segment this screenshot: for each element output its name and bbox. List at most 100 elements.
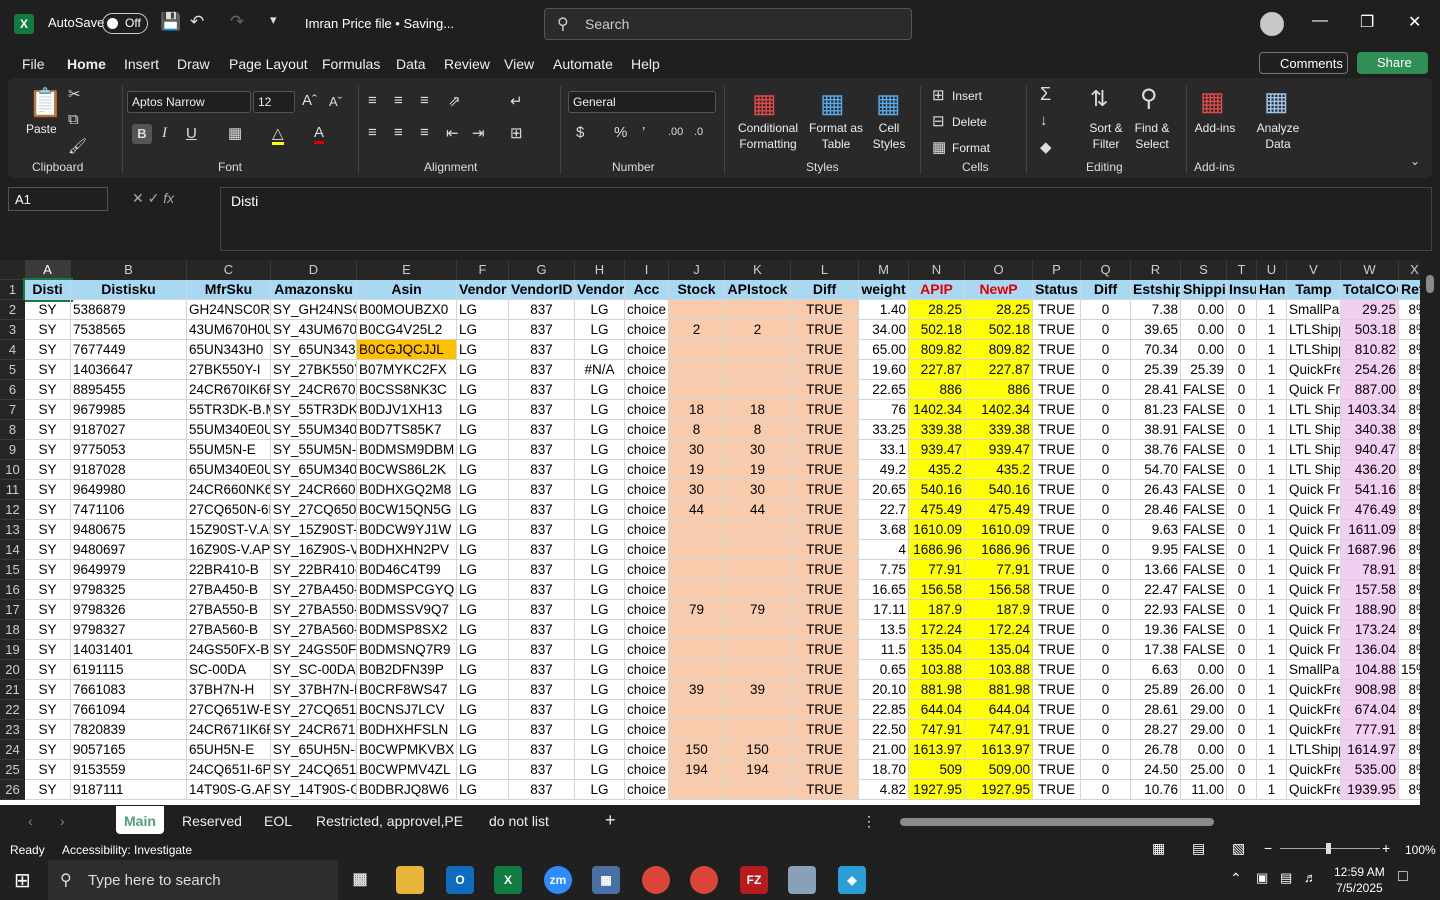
cell[interactable]: 1 [1257, 680, 1287, 700]
cell[interactable]: 9775053 [71, 440, 187, 460]
cell[interactable]: 8% [1399, 720, 1420, 740]
cell[interactable]: SY_65UN343H0 [271, 340, 357, 360]
cell[interactable]: 809.82 [909, 340, 965, 360]
cell[interactable]: 7.75 [859, 560, 909, 580]
cell[interactable]: LG [575, 780, 625, 800]
cell[interactable]: 8% [1399, 700, 1420, 720]
cell[interactable]: 475.49 [909, 500, 965, 520]
cell[interactable]: 837 [509, 560, 575, 580]
cell[interactable]: 1.40 [859, 300, 909, 320]
cell[interactable]: 5386879 [71, 300, 187, 320]
cell[interactable]: FALSE [1181, 480, 1227, 500]
cell[interactable]: GH24NSC0R [187, 300, 271, 320]
cell[interactable]: FALSE [1181, 440, 1227, 460]
cell[interactable]: SY_27BA450-B [271, 580, 357, 600]
column-header-a[interactable]: A [25, 260, 71, 280]
cell[interactable]: 7.38 [1131, 300, 1181, 320]
cell[interactable]: 27BA450-B [187, 580, 271, 600]
merge-center-icon[interactable]: ⊞ [510, 124, 523, 142]
cell[interactable]: 13.5 [859, 620, 909, 640]
cell[interactable]: 16Z90S-V.APC [187, 540, 271, 560]
cell[interactable]: B0DMSNQ7R9 [357, 640, 457, 660]
cell[interactable]: 65UN343H0 [187, 340, 271, 360]
header-cell-p[interactable]: Status [1033, 280, 1081, 300]
column-header-c[interactable]: C [187, 260, 271, 280]
cell[interactable]: 0 [1227, 500, 1257, 520]
cell[interactable]: 0 [1081, 640, 1131, 660]
cell[interactable]: TRUE [1033, 340, 1081, 360]
cell[interactable]: TRUE [1033, 520, 1081, 540]
cell[interactable]: 0 [1081, 380, 1131, 400]
outlook-icon[interactable]: O [446, 866, 474, 894]
cell[interactable] [725, 360, 791, 380]
cell[interactable]: 339.38 [965, 420, 1033, 440]
filezilla-icon[interactable]: FZ [740, 866, 768, 894]
cell[interactable]: Quick Freight [1287, 380, 1341, 400]
font-color-icon[interactable]: A [314, 124, 325, 144]
cell[interactable]: SY_24GS50FX-B [271, 640, 357, 660]
cell-styles-button[interactable]: Cell Styles [866, 120, 912, 152]
cell[interactable]: choice [625, 440, 669, 460]
copy-icon[interactable]: ⧉ [68, 111, 79, 128]
header-cell-r[interactable]: Estship [1131, 280, 1181, 300]
header-cell-k[interactable]: APIstock [725, 280, 791, 300]
prev-sheet-icon[interactable]: ‹ [28, 813, 33, 829]
cell[interactable] [725, 520, 791, 540]
cell[interactable]: choice [625, 420, 669, 440]
cell[interactable]: 1687.96 [1341, 540, 1399, 560]
menu-insert[interactable]: Insert [124, 56, 159, 72]
cell[interactable]: 939.47 [965, 440, 1033, 460]
cell[interactable]: 0 [1227, 700, 1257, 720]
cell[interactable]: 187.9 [965, 600, 1033, 620]
cell[interactable]: SY [25, 680, 71, 700]
cell[interactable] [669, 560, 725, 580]
row-header-8[interactable]: 8 [0, 420, 25, 440]
header-cell-n[interactable]: APIP [909, 280, 965, 300]
cell[interactable] [669, 700, 725, 720]
network-icon[interactable]: ▤ [1280, 870, 1292, 886]
cell[interactable]: SY_55UM5N-E [271, 440, 357, 460]
cell[interactable]: B0CNSJ7LCV [357, 700, 457, 720]
align-top-icon[interactable]: ≡ [368, 92, 377, 109]
cell[interactable]: 1 [1257, 640, 1287, 660]
format-cells-icon[interactable]: ▦ [932, 138, 946, 156]
row-header-24[interactable]: 24 [0, 740, 25, 760]
cell[interactable]: B0DMSSV9Q7 [357, 600, 457, 620]
cell[interactable]: 17.11 [859, 600, 909, 620]
cell[interactable]: 837 [509, 680, 575, 700]
add-sheet-icon[interactable]: + [605, 810, 616, 831]
tray-chevron-icon[interactable]: ⌃ [1230, 870, 1242, 887]
cell[interactable]: TRUE [791, 660, 859, 680]
cell[interactable]: TRUE [791, 700, 859, 720]
cell[interactable]: LG [457, 680, 509, 700]
cell[interactable]: 340.38 [1341, 420, 1399, 440]
share-button[interactable]: Share [1357, 52, 1428, 74]
cell[interactable] [725, 780, 791, 800]
cell[interactable]: QuickFreight [1287, 780, 1341, 800]
cell[interactable]: 22.65 [859, 380, 909, 400]
cell[interactable]: 837 [509, 340, 575, 360]
cell[interactable]: 16.65 [859, 580, 909, 600]
cell[interactable]: LG [575, 380, 625, 400]
column-header-h[interactable]: H [575, 260, 625, 280]
conditional-formatting-button[interactable]: Conditional Formatting [730, 120, 806, 152]
cell[interactable]: TRUE [791, 460, 859, 480]
cell[interactable]: SY_22BR410-B [271, 560, 357, 580]
column-header-d[interactable]: D [271, 260, 357, 280]
cell[interactable]: Quick Freight [1287, 560, 1341, 580]
cell[interactable]: 1402.34 [909, 400, 965, 420]
cell[interactable]: choice [625, 540, 669, 560]
cell[interactable]: LG [575, 520, 625, 540]
orientation-icon[interactable]: ⇗ [448, 92, 461, 110]
sheet-options-icon[interactable]: ⋮ [862, 813, 876, 830]
cell[interactable]: 22BR410-B [187, 560, 271, 580]
cell[interactable]: 0 [1081, 340, 1131, 360]
row-header-19[interactable]: 19 [0, 640, 25, 660]
cell[interactable] [725, 300, 791, 320]
borders-icon[interactable]: ▦ [228, 124, 242, 142]
cell-styles-icon[interactable]: ▦ [876, 88, 901, 119]
cell[interactable]: TRUE [1033, 480, 1081, 500]
cell[interactable]: 0.00 [1181, 740, 1227, 760]
font-name-select[interactable]: Aptos Narrow [127, 91, 251, 113]
header-cell-e[interactable]: Asin [357, 280, 457, 300]
